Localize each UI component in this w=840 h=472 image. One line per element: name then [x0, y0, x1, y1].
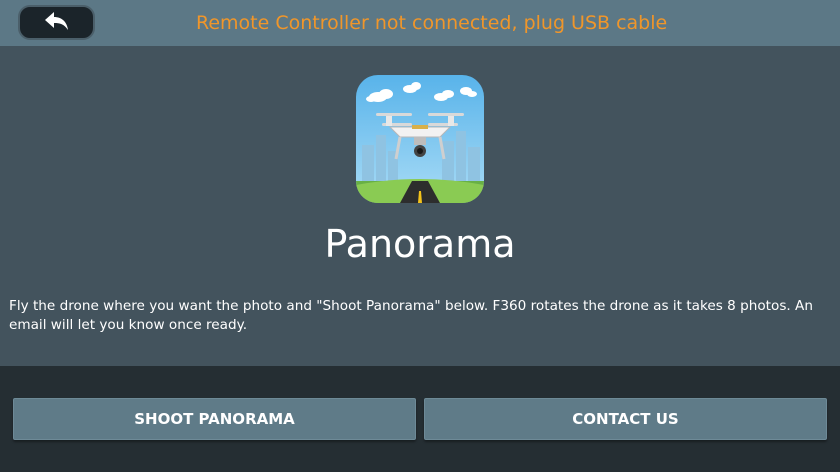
top-bar: Remote Controller not connected, plug US…	[0, 0, 840, 46]
drone-icon	[356, 75, 484, 203]
connection-status-message: Remote Controller not connected, plug US…	[196, 12, 668, 34]
action-bar: SHOOT PANORAMA CONTACT US	[0, 366, 840, 472]
description-text: Fly the drone where you want the photo a…	[9, 298, 813, 333]
back-button[interactable]	[18, 5, 95, 40]
contact-us-button[interactable]: CONTACT US	[424, 398, 827, 440]
page-title: Panorama	[324, 222, 516, 266]
main-panel: Panorama Fly the drone where you want th…	[0, 46, 840, 366]
back-arrow-icon	[43, 10, 71, 36]
shoot-panorama-button[interactable]: SHOOT PANORAMA	[13, 398, 416, 440]
